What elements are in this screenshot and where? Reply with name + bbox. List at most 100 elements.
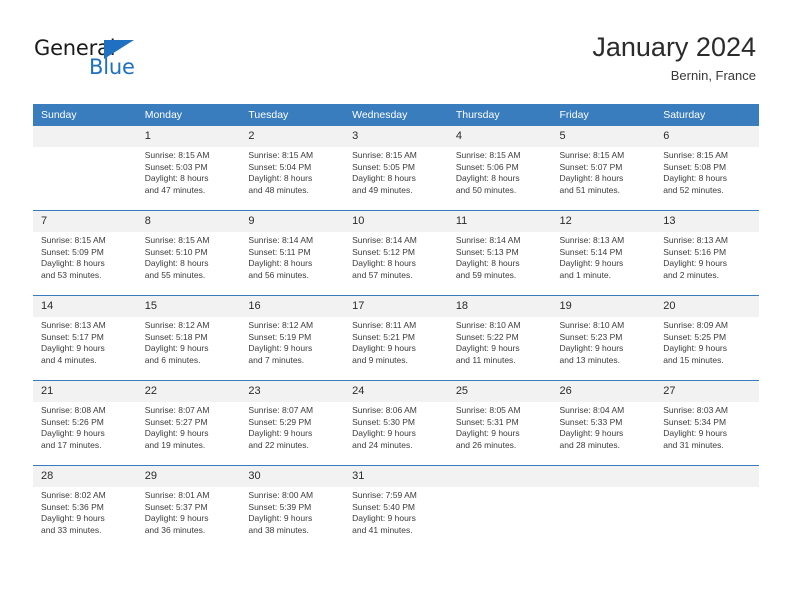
daylight-text-line2: and 28 minutes. <box>559 439 620 450</box>
day-cell[interactable]: 26 Sunrise: 8:04 AM Sunset: 5:33 PM Dayligh… <box>551 380 656 466</box>
daylight-text-line2: and 52 minutes. <box>663 184 724 195</box>
day-cell[interactable]: 13 Sunrise: 8:13 AM Sunset: 5:16 PM Dayligh… <box>655 210 759 296</box>
sunrise-text: Sunrise: 8:03 AM <box>663 405 728 415</box>
day-cell[interactable]: 25 Sunrise: 8:05 AM Sunset: 5:31 PM Dayligh… <box>447 380 552 466</box>
day-details: Sunrise: 8:13 AM Sunset: 5:17 PM Daylight:… <box>33 317 137 366</box>
daylight-text-line2: and 17 minutes. <box>41 439 102 450</box>
daylight-text-line2: and 6 minutes. <box>144 354 201 365</box>
sunset-text: Sunset: 5:07 PM <box>559 161 623 172</box>
day-cell[interactable]: 27 Sunrise: 8:03 AM Sunset: 5:34 PM Dayligh… <box>655 380 759 466</box>
day-cell[interactable] <box>33 126 137 211</box>
day-cell[interactable]: 29 Sunrise: 8:01 AM Sunset: 5:37 PM Dayligh… <box>136 465 241 550</box>
day-cell[interactable]: 11 Sunrise: 8:14 AM Sunset: 5:13 PM Dayligh… <box>447 210 552 296</box>
daylight-text-line1: Daylight: 9 hours <box>41 513 105 524</box>
daylight-text-line2: and 49 minutes. <box>352 184 413 195</box>
general-blue-logo[interactable]: General Blue <box>34 36 214 86</box>
day-details: Sunrise: 8:12 AM Sunset: 5:19 PM Daylight:… <box>240 317 344 366</box>
daylight-text-line1: Daylight: 9 hours <box>663 343 728 354</box>
sunset-text: Sunset: 5:23 PM <box>559 331 623 342</box>
daylight-text-line1: Daylight: 9 hours <box>663 428 728 439</box>
day-cell[interactable]: 1 Sunrise: 8:15 AM Sunset: 5:03 PM Daylight… <box>136 126 241 211</box>
day-cell[interactable]: 3 Sunrise: 8:15 AM Sunset: 5:05 PM Daylight… <box>344 126 448 211</box>
sunset-text: Sunset: 5:39 PM <box>248 501 312 512</box>
day-number: 19 <box>551 296 656 317</box>
sunset-text: Sunset: 5:08 PM <box>663 161 727 172</box>
day-details: Sunrise: 8:10 AM Sunset: 5:22 PM Daylight:… <box>448 317 552 366</box>
day-number: 11 <box>447 211 552 232</box>
day-details <box>655 487 759 490</box>
sunrise-text: Sunrise: 8:10 AM <box>455 320 521 330</box>
daylight-text-line1: Daylight: 8 hours <box>559 173 624 184</box>
day-cell[interactable]: 19 Sunrise: 8:10 AM Sunset: 5:23 PM Dayligh… <box>551 295 656 381</box>
day-cell[interactable]: 21 Sunrise: 8:08 AM Sunset: 5:26 PM Dayligh… <box>33 380 137 466</box>
day-number: 23 <box>240 381 345 402</box>
day-cell[interactable]: 4 Sunrise: 8:15 AM Sunset: 5:06 PM Daylight… <box>447 126 552 211</box>
day-cell[interactable] <box>655 465 759 550</box>
daylight-text-line1: Daylight: 9 hours <box>352 343 416 354</box>
day-number: 4 <box>447 126 552 147</box>
day-cell[interactable]: 10 Sunrise: 8:14 AM Sunset: 5:12 PM Dayligh… <box>344 210 448 296</box>
day-details: Sunrise: 8:13 AM Sunset: 5:14 PM Daylight:… <box>552 232 656 281</box>
daylight-text-line1: Daylight: 9 hours <box>248 513 313 524</box>
day-number: 21 <box>33 381 137 402</box>
sunrise-text: Sunrise: 8:07 AM <box>144 405 210 415</box>
day-cell[interactable]: 15 Sunrise: 8:12 AM Sunset: 5:18 PM Dayligh… <box>136 295 241 381</box>
day-cell[interactable]: 23 Sunrise: 8:07 AM Sunset: 5:29 PM Dayligh… <box>240 380 345 466</box>
day-number: 31 <box>344 466 448 487</box>
day-cell[interactable] <box>447 465 552 550</box>
sunset-text: Sunset: 5:30 PM <box>352 416 415 427</box>
day-cell[interactable]: 6 Sunrise: 8:15 AM Sunset: 5:08 PM Daylight… <box>655 126 759 211</box>
day-cell[interactable]: 31 Sunrise: 7:59 AM Sunset: 5:40 PM Dayligh… <box>344 465 448 550</box>
sunrise-text: Sunrise: 8:01 AM <box>144 490 210 500</box>
sunrise-text: Sunrise: 8:14 AM <box>248 235 314 245</box>
day-number <box>447 466 552 487</box>
day-cell[interactable]: 8 Sunrise: 8:15 AM Sunset: 5:10 PM Daylight… <box>136 210 241 296</box>
daylight-text-line1: Daylight: 9 hours <box>144 343 209 354</box>
daylight-text-line2: and 38 minutes. <box>248 524 309 535</box>
sunrise-text: Sunrise: 8:13 AM <box>663 235 728 245</box>
sunset-text: Sunset: 5:10 PM <box>144 246 208 257</box>
day-cell[interactable]: 20 Sunrise: 8:09 AM Sunset: 5:25 PM Dayligh… <box>655 295 759 381</box>
sunrise-text: Sunrise: 8:15 AM <box>144 150 210 160</box>
sunrise-text: Sunrise: 8:11 AM <box>352 320 417 330</box>
day-cell[interactable]: 17 Sunrise: 8:11 AM Sunset: 5:21 PM Dayligh… <box>344 295 448 381</box>
day-details: Sunrise: 8:15 AM Sunset: 5:03 PM Daylight:… <box>137 147 241 196</box>
day-cell[interactable]: 16 Sunrise: 8:12 AM Sunset: 5:19 PM Dayligh… <box>240 295 345 381</box>
day-cell[interactable]: 30 Sunrise: 8:00 AM Sunset: 5:39 PM Dayligh… <box>240 465 345 550</box>
day-number: 1 <box>136 126 241 147</box>
weekday-header-tuesday: Tuesday <box>240 104 345 126</box>
day-number <box>551 466 656 487</box>
day-details: Sunrise: 8:14 AM Sunset: 5:13 PM Daylight:… <box>448 232 552 281</box>
day-details: Sunrise: 8:08 AM Sunset: 5:26 PM Daylight:… <box>33 402 137 451</box>
sunset-text: Sunset: 5:25 PM <box>663 331 727 342</box>
sunset-text: Sunset: 5:29 PM <box>248 416 312 427</box>
day-number: 26 <box>551 381 656 402</box>
day-details: Sunrise: 8:15 AM Sunset: 5:10 PM Daylight:… <box>137 232 241 281</box>
day-number: 25 <box>447 381 552 402</box>
day-details: Sunrise: 8:14 AM Sunset: 5:12 PM Daylight:… <box>344 232 448 281</box>
day-cell[interactable]: 22 Sunrise: 8:07 AM Sunset: 5:27 PM Dayligh… <box>136 380 241 466</box>
day-cell[interactable]: 28 Sunrise: 8:02 AM Sunset: 5:36 PM Dayligh… <box>33 465 137 550</box>
day-cell[interactable] <box>551 465 656 550</box>
location-subtitle: Bernin, France <box>670 68 756 83</box>
day-cell[interactable]: 14 Sunrise: 8:13 AM Sunset: 5:17 PM Dayligh… <box>33 295 137 381</box>
daylight-text-line1: Daylight: 9 hours <box>559 343 624 354</box>
day-details: Sunrise: 8:14 AM Sunset: 5:11 PM Daylight:… <box>240 232 344 281</box>
day-cell[interactable]: 2 Sunrise: 8:15 AM Sunset: 5:04 PM Daylight… <box>240 126 345 211</box>
daylight-text-line2: and 19 minutes. <box>144 439 206 450</box>
daylight-text-line1: Daylight: 9 hours <box>41 343 105 354</box>
sunset-text: Sunset: 5:14 PM <box>559 246 623 257</box>
day-cell[interactable]: 18 Sunrise: 8:10 AM Sunset: 5:22 PM Dayligh… <box>447 295 552 381</box>
sunrise-text: Sunrise: 8:05 AM <box>455 405 521 415</box>
day-cell[interactable]: 7 Sunrise: 8:15 AM Sunset: 5:09 PM Daylight… <box>33 210 137 296</box>
day-cell[interactable]: 12 Sunrise: 8:13 AM Sunset: 5:14 PM Dayligh… <box>551 210 656 296</box>
day-number: 13 <box>655 211 759 232</box>
day-number: 29 <box>136 466 241 487</box>
day-cell[interactable]: 5 Sunrise: 8:15 AM Sunset: 5:07 PM Daylight… <box>551 126 656 211</box>
day-cell[interactable]: 9 Sunrise: 8:14 AM Sunset: 5:11 PM Daylight… <box>240 210 345 296</box>
calendar-page: General Blue January 2024 Bernin, France… <box>0 0 792 612</box>
calendar-week-row: 28 Sunrise: 8:02 AM Sunset: 5:36 PM Dayligh… <box>33 465 759 550</box>
day-number: 15 <box>136 296 241 317</box>
day-cell[interactable]: 24 Sunrise: 8:06 AM Sunset: 5:30 PM Dayligh… <box>344 380 448 466</box>
day-number: 2 <box>240 126 345 147</box>
